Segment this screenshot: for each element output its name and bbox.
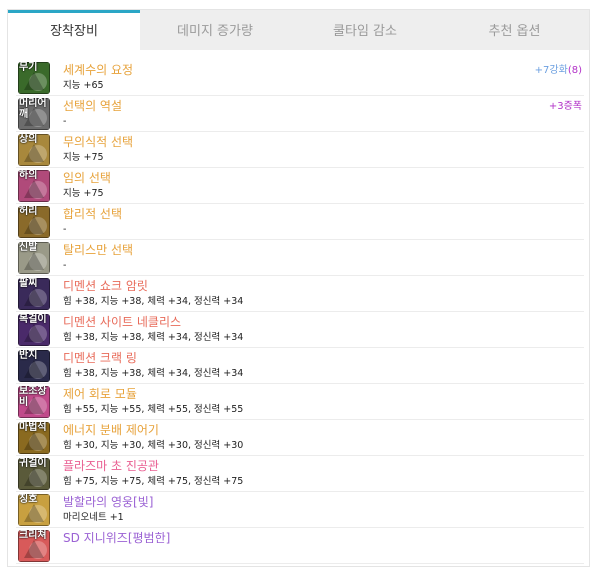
equipment-row[interactable]: 무기 세계수의 요정지능 +65 +7강화(8) bbox=[16, 60, 584, 96]
weapon-icon: 무기 bbox=[18, 62, 50, 94]
slot-label: 칭호 bbox=[19, 494, 38, 505]
slot-label: 반지 bbox=[19, 350, 38, 361]
ring-icon: 반지 bbox=[18, 350, 50, 382]
equipment-row[interactable]: 크리쳐 SD 지니위즈[평범한] bbox=[16, 528, 584, 564]
item-stats: 지능 +75 bbox=[63, 188, 104, 199]
item-stats: 마리오네트 +1 bbox=[63, 512, 124, 523]
item-stats: 힘 +30, 지능 +30, 체력 +30, 정신력 +30 bbox=[63, 440, 244, 451]
item-stats: - bbox=[63, 224, 67, 235]
equipment-row[interactable]: 상의 무의식적 선택지능 +75 bbox=[16, 132, 584, 168]
slot-label: 무기 bbox=[19, 62, 38, 73]
tab-cooldown-reduction[interactable]: 쿨타임 감소 bbox=[290, 10, 440, 50]
tab-recommended-options[interactable]: 추천 옵션 bbox=[440, 10, 589, 50]
slot-label: 마법석 bbox=[19, 422, 47, 433]
item-upgrade: +7강화(8) bbox=[535, 64, 582, 77]
item-name[interactable]: 임의 선택 bbox=[63, 171, 111, 186]
shoes-icon: 신발 bbox=[18, 242, 50, 274]
upgrade-level: +3증폭 bbox=[548, 101, 582, 112]
tab-equipped[interactable]: 장착장비 bbox=[8, 10, 140, 50]
item-name[interactable]: 에너지 분배 제어기 bbox=[63, 423, 159, 438]
equipment-row[interactable]: 마법석 에너지 분배 제어기힘 +30, 지능 +30, 체력 +30, 정신력 … bbox=[16, 420, 584, 456]
item-name[interactable]: 디멘션 쇼크 암릿 bbox=[63, 279, 148, 294]
equipment-row[interactable]: 신발 탈리스만 선택 - bbox=[16, 240, 584, 276]
top-icon: 상의 bbox=[18, 134, 50, 166]
item-name[interactable]: 디멘션 크랙 링 bbox=[63, 351, 137, 366]
item-stats: 힘 +38, 지능 +38, 체력 +34, 정신력 +34 bbox=[63, 332, 244, 343]
equipment-row[interactable]: 목걸이 디멘션 사이트 네클리스힘 +38, 지능 +38, 체력 +34, 정신… bbox=[16, 312, 584, 348]
item-name[interactable]: 세계수의 요정 bbox=[63, 63, 133, 78]
shoulder-icon: 머리어깨 bbox=[18, 98, 50, 130]
upgrade-level: +7강화 bbox=[534, 65, 568, 76]
item-name[interactable]: 선택의 역설 bbox=[63, 99, 122, 114]
slot-label: 신발 bbox=[19, 242, 38, 253]
equipment-row[interactable]: 하의 임의 선택지능 +75 bbox=[16, 168, 584, 204]
item-upgrade: +3증폭 bbox=[549, 100, 582, 113]
tab-bar: 장착장비 데미지 증가량 쿨타임 감소 추천 옵션 bbox=[8, 10, 589, 50]
item-name[interactable]: 탈리스만 선택 bbox=[63, 243, 133, 258]
item-name[interactable]: SD 지니위즈[평범한] bbox=[63, 531, 170, 546]
bracelet-icon: 팔찌 bbox=[18, 278, 50, 310]
equipment-row[interactable]: 팔찌 디멘션 쇼크 암릿힘 +38, 지능 +38, 체력 +34, 정신력 +3… bbox=[16, 276, 584, 312]
item-name[interactable]: 제어 회로 모듈 bbox=[63, 387, 137, 402]
bottom-icon: 하의 bbox=[18, 170, 50, 202]
tab-damage-increase[interactable]: 데미지 증가량 bbox=[140, 10, 290, 50]
slot-label: 팔찌 bbox=[19, 278, 38, 289]
equipment-panel: 장착장비 데미지 증가량 쿨타임 감소 추천 옵션 무기 세계수의 요정지능 +6… bbox=[7, 9, 590, 567]
item-name[interactable]: 디멘션 사이트 네클리스 bbox=[63, 315, 181, 330]
item-stats: 힘 +75, 지능 +75, 체력 +75, 정신력 +75 bbox=[63, 476, 244, 487]
item-stats: 지능 +75 bbox=[63, 152, 104, 163]
slot-label: 머리어깨 bbox=[19, 98, 47, 120]
slot-label: 상의 bbox=[19, 134, 38, 145]
equipment-row[interactable]: 보조장비 제어 회로 모듈힘 +55, 지능 +55, 체력 +55, 정신력 +… bbox=[16, 384, 584, 420]
item-stats: 지능 +65 bbox=[63, 80, 104, 91]
item-name[interactable]: 무의식적 선택 bbox=[63, 135, 133, 150]
equipment-row[interactable]: 허리 합리적 선택 - bbox=[16, 204, 584, 240]
item-name[interactable]: 합리적 선택 bbox=[63, 207, 122, 222]
item-stats: 힘 +55, 지능 +55, 체력 +55, 정신력 +55 bbox=[63, 404, 244, 415]
slot-label: 크리쳐 bbox=[19, 530, 47, 541]
item-stats: 힘 +38, 지능 +38, 체력 +34, 정신력 +34 bbox=[63, 368, 244, 379]
subweapon-icon: 보조장비 bbox=[18, 386, 50, 418]
necklace-icon: 목걸이 bbox=[18, 314, 50, 346]
upgrade-count: (8) bbox=[567, 65, 582, 76]
creature-icon: 크리쳐 bbox=[18, 530, 50, 562]
title-icon: 칭호 bbox=[18, 494, 50, 526]
item-stats: - bbox=[63, 116, 67, 127]
slot-label: 보조장비 bbox=[19, 386, 47, 408]
item-name[interactable]: 플라즈마 초 진공관 bbox=[63, 459, 159, 474]
slot-label: 하의 bbox=[19, 170, 38, 181]
magicstone-icon: 마법석 bbox=[18, 422, 50, 454]
item-stats: - bbox=[63, 260, 67, 271]
item-stats: 힘 +38, 지능 +38, 체력 +34, 정신력 +34 bbox=[63, 296, 244, 307]
equipment-list: 무기 세계수의 요정지능 +65 +7강화(8) 머리어깨 선택의 역설 - +3증폭상의 무… bbox=[16, 60, 584, 564]
earring-icon: 귀걸이 bbox=[18, 458, 50, 490]
equipment-row[interactable]: 머리어깨 선택의 역설 - +3증폭 bbox=[16, 96, 584, 132]
item-name[interactable]: 발할라의 영웅[빛] bbox=[63, 495, 153, 510]
equipment-row[interactable]: 반지 디멘션 크랙 링힘 +38, 지능 +38, 체력 +34, 정신력 +34 bbox=[16, 348, 584, 384]
equipment-row[interactable]: 칭호 발할라의 영웅[빛] 마리오네트 +1 bbox=[16, 492, 584, 528]
belt-icon: 허리 bbox=[18, 206, 50, 238]
slot-label: 귀걸이 bbox=[19, 458, 47, 469]
equipment-row[interactable]: 귀걸이 플라즈마 초 진공관힘 +75, 지능 +75, 체력 +75, 정신력 … bbox=[16, 456, 584, 492]
slot-label: 허리 bbox=[19, 206, 38, 217]
slot-label: 목걸이 bbox=[19, 314, 47, 325]
